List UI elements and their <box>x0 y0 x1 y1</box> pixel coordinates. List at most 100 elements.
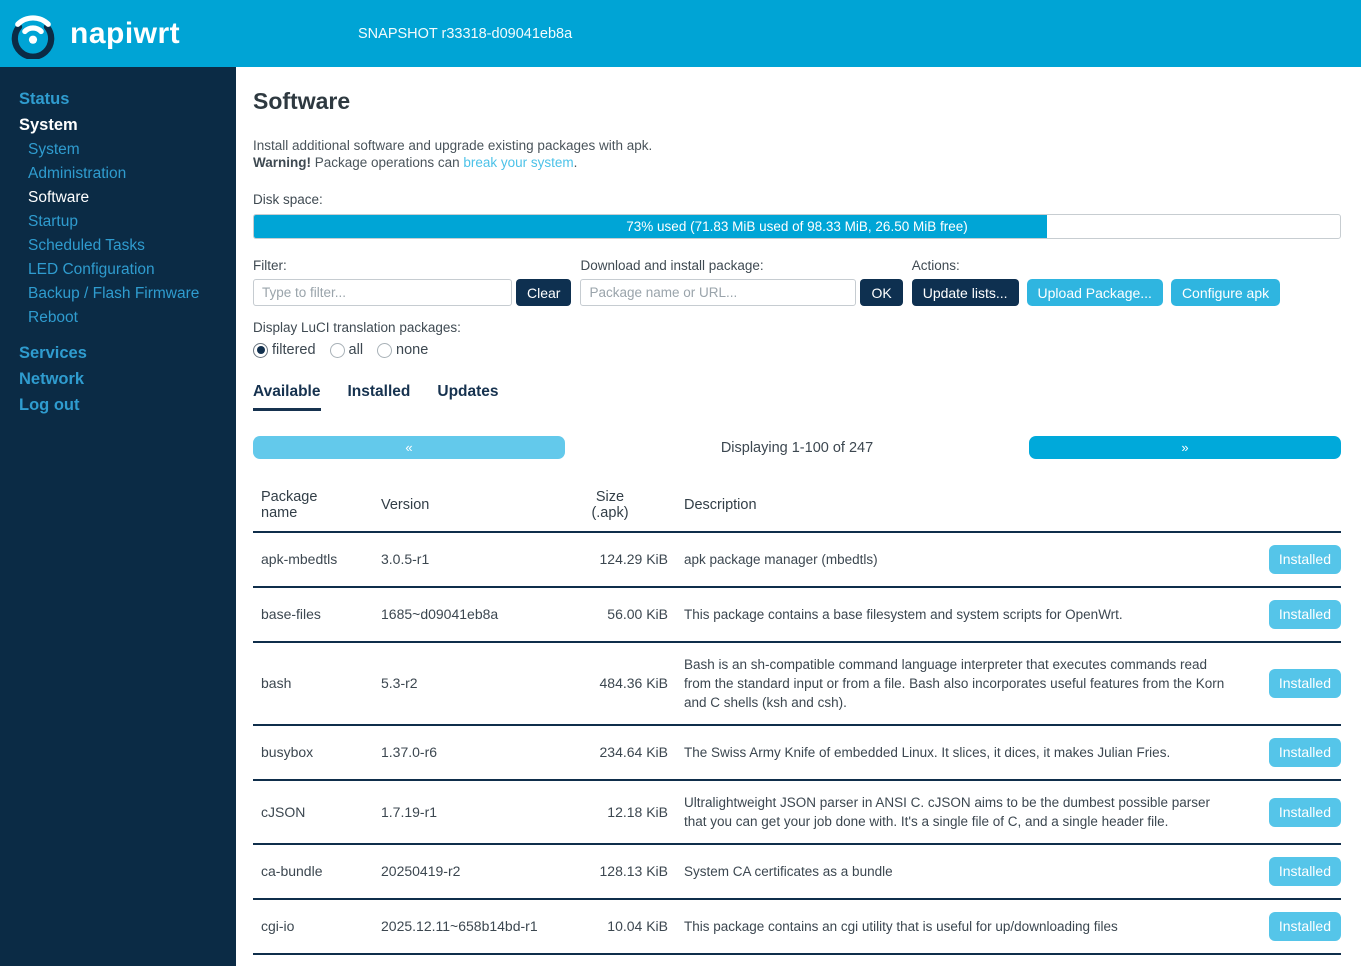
sidebar-item-led-configuration-sub[interactable]: LED Configuration <box>0 258 236 282</box>
package-name: busybox <box>253 725 381 781</box>
main-content: Software Install additional software and… <box>236 67 1361 966</box>
tab-available[interactable]: Available <box>253 383 321 411</box>
configure-apk-button[interactable]: Configure apk <box>1170 279 1281 306</box>
status-cell: Installed <box>1236 532 1341 588</box>
package-version: 2025.12.11~658b14bd-r1 <box>381 899 552 955</box>
package-version: 3.0.5-r1 <box>381 532 552 588</box>
table-row-cjson: cJSON 1.7.19-r1 12.18 KiB Ultralightweight … <box>253 780 1341 845</box>
clear-filter-button[interactable]: Clear <box>516 279 572 306</box>
package-description: Ultralightweight JSON parser in ANSI C. … <box>668 780 1236 845</box>
radio-circle-all[interactable] <box>329 342 345 358</box>
sidebar-item-services[interactable]: Services <box>0 340 236 366</box>
package-size: 147.86 KiB <box>552 954 668 966</box>
firmware-version-label: SNAPSHOT r33318-d09041eb8a <box>358 25 573 42</box>
brand[interactable]: napiwrt <box>0 9 180 59</box>
tab-updates[interactable]: Updates <box>437 383 498 411</box>
package-size: 128.13 KiB <box>552 844 668 900</box>
col-header-version: Version <box>381 483 552 533</box>
status-badge: Installed <box>1268 669 1341 698</box>
pagination-status: Displaying 1-100 of 247 <box>720 439 874 456</box>
prev-page-button[interactable]: « <box>253 436 565 459</box>
pagination: « Displaying 1-100 of 247 » <box>253 436 1341 459</box>
actions-buttons: Update lists... Upload Package... Configur… <box>911 279 1281 306</box>
package-size: 56.00 KiB <box>552 587 668 643</box>
status-badge: Installed <box>1268 912 1341 941</box>
radio-option-all[interactable]: all <box>329 342 364 358</box>
status-cell: Installed <box>1236 725 1341 781</box>
sidebar-item-log-out[interactable]: Log out <box>0 392 236 418</box>
sidebar-item-reboot-sub[interactable]: Reboot <box>0 306 236 330</box>
package-description: This package contains an cgi utility tha… <box>668 899 1236 955</box>
package-description: It is intended to provide coupled DNS an… <box>668 954 1236 966</box>
col-header-description: Description <box>668 483 1236 533</box>
sidebar-item-network[interactable]: Network <box>0 366 236 392</box>
package-version: 2.92-r1 <box>381 954 552 966</box>
package-description: System CA certificates as a bundle <box>668 844 1236 900</box>
package-table: Package name Version Size (.apk) Descrip… <box>253 483 1341 966</box>
radio-circle-none[interactable] <box>377 342 393 358</box>
upload-package-button[interactable]: Upload Package... <box>1026 279 1163 306</box>
package-name: ca-bundle <box>253 844 381 900</box>
table-row-dnsmasq: dnsmasq2.92-r1147.86 KiBIt is intended t… <box>253 954 1341 966</box>
package-description: This package contains a base filesystem … <box>668 587 1236 643</box>
actions-label: Actions: <box>911 258 960 273</box>
radio-label-all: all <box>348 342 364 358</box>
tab-installed[interactable]: Installed <box>348 383 411 411</box>
status-badge: Installed <box>1268 738 1341 767</box>
sidebar-item-system-sub[interactable]: System <box>0 138 236 162</box>
table-row-ca-bundle: ca-bundle 20250419-r2 128.13 KiB System CA … <box>253 844 1341 900</box>
sidebar-item-administration-sub[interactable]: Administration <box>0 162 236 186</box>
wifi-logo-icon <box>11 14 55 59</box>
actions-group: Actions: Update lists... Upload Package..… <box>911 258 1281 306</box>
package-name: dnsmasq <box>253 954 381 966</box>
radio-option-none[interactable]: none <box>377 342 428 358</box>
status-cell: Installed <box>1236 844 1341 900</box>
page-title: Software <box>253 88 351 114</box>
col-header-package-name: Package name <box>253 483 381 533</box>
col-header-size: Size (.apk) <box>552 483 668 533</box>
package-version: 1.37.0-r6 <box>381 725 552 781</box>
break-system-link[interactable]: break your system <box>463 155 573 170</box>
package-name: cgi-io <box>253 899 381 955</box>
brand-name: napiwrt <box>70 16 181 50</box>
sidebar-item-system[interactable]: System <box>0 112 236 138</box>
table-header-row: Package name Version Size (.apk) Descrip… <box>253 483 1341 533</box>
package-version: 1685~d09041eb8a <box>381 587 552 643</box>
table-row-apk-mbedtls: apk-mbedtls 3.0.5-r1 124.29 KiB apk package… <box>253 532 1341 588</box>
disk-space-progressbar: 73% used (71.83 MiB used of 98.33 MiB, 2… <box>253 214 1341 239</box>
download-ok-button[interactable]: OK <box>860 279 903 306</box>
status-cell: Installed <box>1236 899 1341 955</box>
package-version: 5.3-r2 <box>381 642 552 726</box>
table-row-cgi-io: cgi-io 2025.12.11~658b14bd-r1 10.04 KiB Thi… <box>253 899 1341 955</box>
package-name: bash <box>253 642 381 726</box>
package-size: 234.64 KiB <box>552 725 668 781</box>
radio-option-filtered[interactable]: filtered <box>253 342 316 358</box>
sidebar: Status System System Administration Software… <box>0 67 236 966</box>
table-row-bash: bash 5.3-r2 484.36 KiB Bash is an sh-compat… <box>253 642 1341 726</box>
filter-input[interactable] <box>253 279 512 306</box>
radio-circle-filtered[interactable] <box>253 342 268 358</box>
status-cell: Installed <box>1236 587 1341 643</box>
package-size: 484.36 KiB <box>552 642 668 726</box>
sidebar-item-startup-sub[interactable]: Startup <box>0 210 236 234</box>
col-header-status <box>1236 483 1341 533</box>
sidebar-item-backup-flash-firmware-sub[interactable]: Backup / Flash Firmware <box>0 282 236 306</box>
next-page-button[interactable]: » <box>1029 436 1341 459</box>
update-lists-button[interactable]: Update lists... <box>911 279 1019 306</box>
package-url-input[interactable] <box>580 279 857 306</box>
disk-space-text: 73% used (71.83 MiB used of 98.33 MiB, 2… <box>626 219 968 234</box>
sidebar-item-status[interactable]: Status <box>0 86 236 112</box>
download-group: Download and install package: OK <box>580 258 903 306</box>
status-badge: Installed <box>1268 545 1341 574</box>
sidebar-nav: Status System System Administration Software… <box>0 86 236 418</box>
package-version: 1.7.19-r1 <box>381 780 552 845</box>
sidebar-item-software-sub[interactable]: Software <box>0 186 236 210</box>
translation-packages-label: Display LuCI translation packages: <box>253 320 461 335</box>
table-row-base-files: base-files 1685~d09041eb8a 56.00 KiB This p… <box>253 587 1341 643</box>
intro-line1: Install additional software and upgrade … <box>253 138 653 153</box>
package-size: 124.29 KiB <box>552 532 668 588</box>
filter-label: Filter: <box>253 258 287 273</box>
sidebar-item-scheduled-tasks-sub[interactable]: Scheduled Tasks <box>0 234 236 258</box>
warning-bold: Warning! <box>253 155 311 170</box>
package-tabs: Available Installed Updates <box>253 383 1341 411</box>
